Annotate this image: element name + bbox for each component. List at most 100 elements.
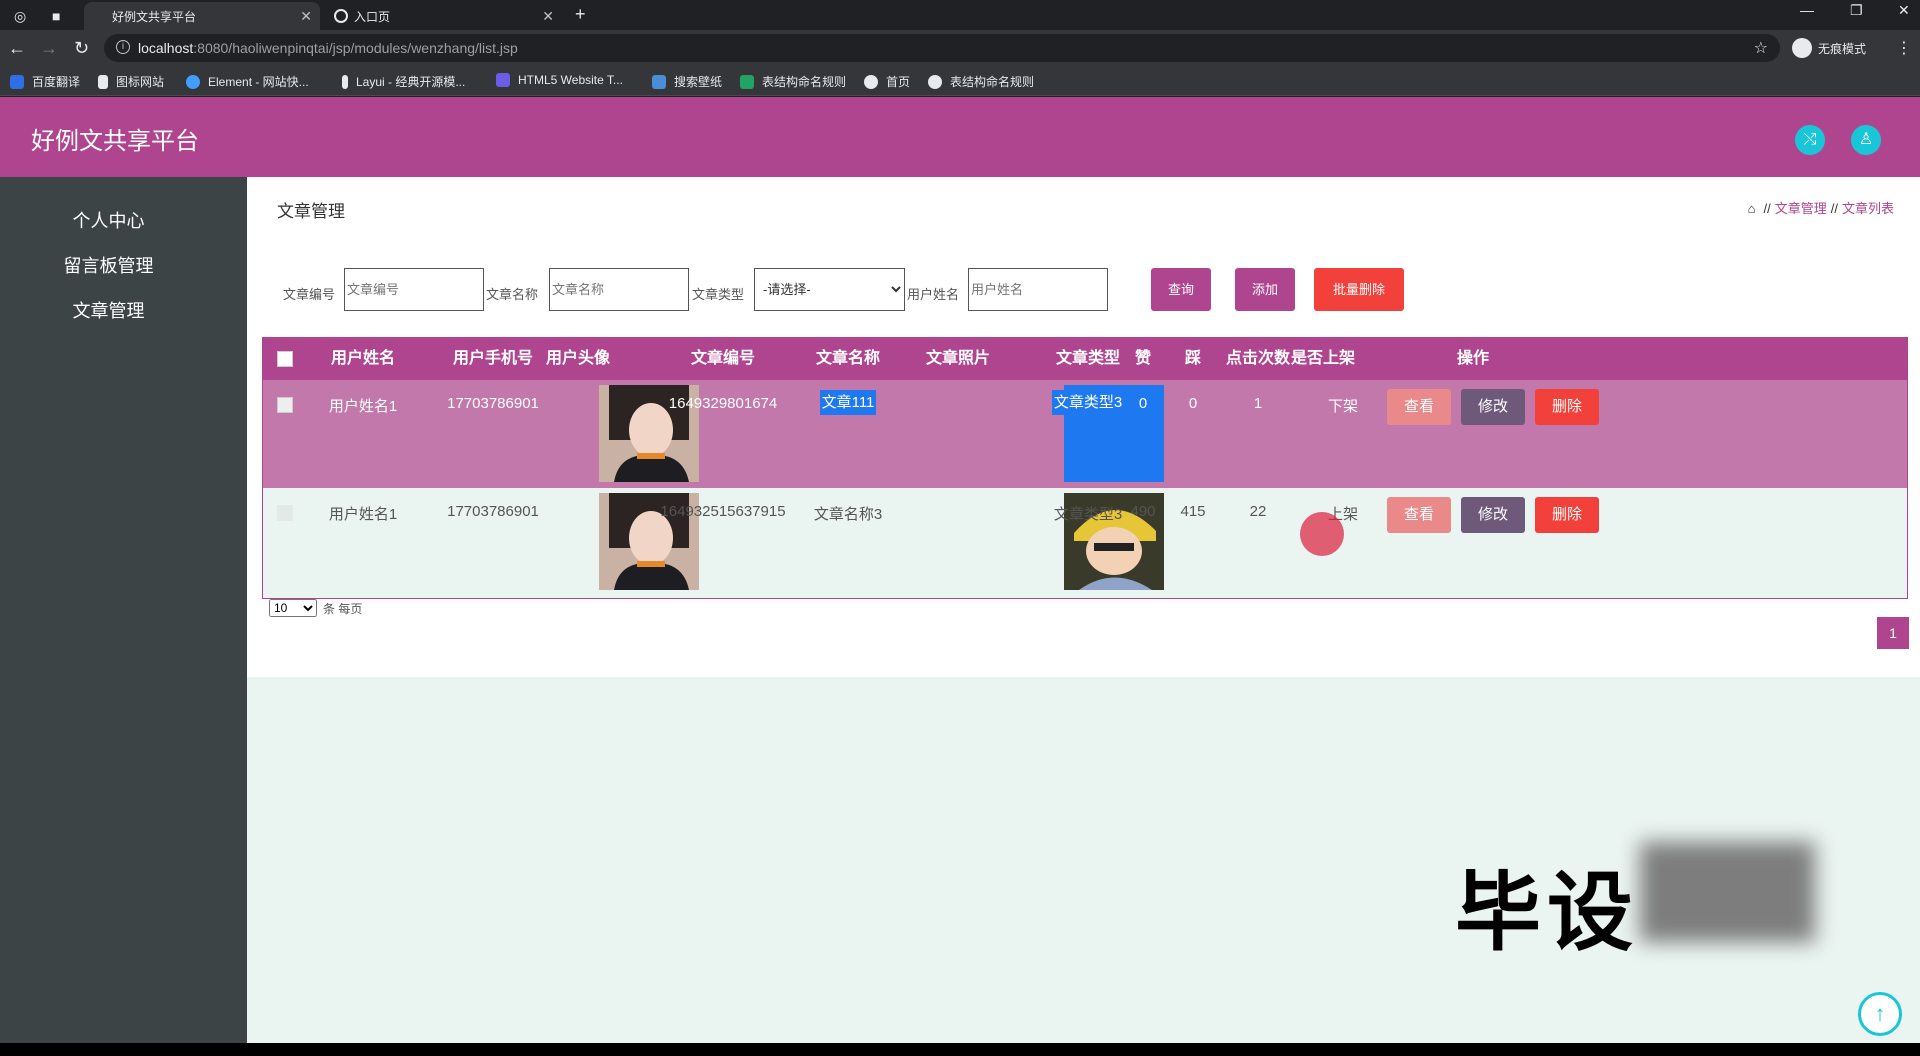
article-no-label: 文章编号 <box>283 287 336 302</box>
add-button[interactable]: 添加 <box>1235 268 1295 311</box>
breadcrumb-item: 文章列表 <box>1841 201 1894 216</box>
tab-active[interactable]: 好例文共享平台 ✕ <box>84 2 320 30</box>
user-name-label: 用户姓名 <box>907 287 960 302</box>
sidebar: 个人中心 留言板管理 文章管理 <box>0 177 247 1043</box>
main-content: 文章管理 ⌂//文章管理//文章列表 文章编号 文章名称 文章类型 -请选择- … <box>247 177 1920 677</box>
delete-button[interactable]: 删除 <box>1535 389 1599 425</box>
sidebar-item-articles[interactable]: 文章管理 <box>0 297 217 323</box>
row-checkbox[interactable] <box>277 397 293 413</box>
sheet-icon <box>740 74 754 89</box>
page: 好例文共享平台 ⤭ ♙ 个人中心 留言板管理 文章管理 文章管理 ⌂//文章管理… <box>0 97 1920 1043</box>
table-row[interactable]: 用户姓名1 17703786901 1649329801674 文章111 文章… <box>263 380 1907 488</box>
bookmark-item[interactable]: Element - 网站快... <box>186 73 309 90</box>
breadcrumb: ⌂//文章管理//文章列表 <box>1747 201 1894 216</box>
user-icon[interactable]: ♙ <box>1851 125 1881 155</box>
cell-phone: 17703786901 <box>447 503 539 520</box>
incognito-indicator[interactable]: 无痕模式 <box>1792 38 1866 58</box>
sidebar-item-personal-center[interactable]: 个人中心 <box>0 207 217 233</box>
incognito-icon <box>1792 38 1812 58</box>
menu-kebab-icon[interactable]: ⋮ <box>1896 38 1912 58</box>
query-button[interactable]: 查询 <box>1151 268 1211 311</box>
bookmark-item[interactable]: Layui - 经典开源模... <box>342 73 465 90</box>
table-header: 用户姓名 用户手机号 用户头像 文章编号 文章名称 文章照片 文章类型 赞 踩 … <box>263 338 1907 380</box>
bookmark-item[interactable]: 首页 <box>864 73 910 90</box>
delete-button[interactable]: 删除 <box>1535 497 1599 533</box>
scroll-to-top-icon[interactable]: ↑ <box>1858 992 1902 1036</box>
user-name-input[interactable] <box>968 268 1108 311</box>
cell-article-no: 1649329801674 <box>668 395 778 412</box>
view-button[interactable]: 查看 <box>1387 497 1451 533</box>
cell-dislikes: 415 <box>1180 503 1206 520</box>
article-no-input[interactable] <box>344 268 484 311</box>
article-type-label: 文章类型 <box>692 287 745 302</box>
row-checkbox[interactable] <box>277 505 293 521</box>
restore-icon[interactable]: ❐ <box>1850 2 1863 19</box>
view-button[interactable]: 查看 <box>1387 389 1451 425</box>
globe-icon <box>864 74 878 89</box>
bookmarks-bar: 百度翻译 图标网站 Element - 网站快... Layui - 经典开源模… <box>0 66 1920 96</box>
element-icon <box>186 74 200 89</box>
cell-article-name: 文章名称3 <box>813 506 883 523</box>
cell-article-name: 文章111 <box>798 390 898 415</box>
edit-button[interactable]: 修改 <box>1461 389 1525 425</box>
article-type-select[interactable]: -请选择- <box>754 268 905 311</box>
page-size-control: 10 条 每页 <box>269 599 362 617</box>
click-indicator <box>1300 512 1344 556</box>
bookmark-item[interactable]: 表结构命名规则 <box>740 73 846 90</box>
bookmark-item[interactable]: HTML5 Website T... <box>496 73 623 87</box>
cell-user-name: 用户姓名1 <box>328 506 398 523</box>
page-number-button[interactable]: 1 <box>1877 617 1909 649</box>
reload-icon[interactable]: ↻ <box>74 38 89 58</box>
incognito-label: 无痕模式 <box>1818 41 1867 56</box>
back-icon[interactable]: ← <box>8 38 26 58</box>
page-size-select[interactable]: 10 <box>269 599 317 617</box>
globe-icon <box>334 9 348 23</box>
browser-toolbar: ← → ↻ i localhost:8080/haoliwenpinqtai/j… <box>0 30 1920 66</box>
article-table: 用户姓名 用户手机号 用户头像 文章编号 文章名称 文章照片 文章类型 赞 踩 … <box>262 337 1908 599</box>
bookmark-star-icon[interactable]: ☆ <box>1754 38 1768 58</box>
window-icon[interactable]: ■ <box>52 8 60 24</box>
column-header: 用户头像 <box>545 350 610 367</box>
tab-inactive[interactable]: 入口页 ✕ <box>326 2 562 30</box>
forward-icon[interactable]: → <box>40 38 58 58</box>
translate-icon <box>10 74 24 89</box>
bookmark-item[interactable]: 图标网站 <box>98 73 164 90</box>
article-name-label: 文章名称 <box>486 287 539 302</box>
table-row[interactable]: 用户姓名1 17703786901 164932515637915 文章名称3 … <box>263 488 1907 596</box>
home-icon[interactable]: ⌂ <box>1748 201 1756 216</box>
address-bar[interactable]: i localhost:8080/haoliwenpinqtai/jsp/mod… <box>104 34 1780 62</box>
chrome-icon[interactable]: ◎ <box>14 8 26 25</box>
watermark-blur <box>1640 842 1815 942</box>
select-all-checkbox[interactable] <box>277 351 293 367</box>
tab-close-icon[interactable]: ✕ <box>542 8 554 25</box>
batch-delete-button[interactable]: 批量删除 <box>1314 268 1404 311</box>
cell-user-name: 用户姓名1 <box>328 398 398 415</box>
page-title: 文章管理 <box>277 202 345 221</box>
info-icon[interactable]: i <box>116 40 130 54</box>
breadcrumb-item[interactable]: 文章管理 <box>1775 201 1827 216</box>
url-text: localhost:8080/haoliwenpinqtai/jsp/modul… <box>138 40 518 56</box>
tab-strip: ◎ ■ 好例文共享平台 ✕ 入口页 ✕ + — ❐ ✕ <box>0 0 1920 30</box>
new-tab-icon[interactable]: + <box>575 4 586 25</box>
article-name-input[interactable] <box>549 268 689 311</box>
close-window-icon[interactable]: ✕ <box>1898 2 1910 19</box>
tab-close-icon[interactable]: ✕ <box>300 8 312 25</box>
edit-button[interactable]: 修改 <box>1461 497 1525 533</box>
minimize-icon[interactable]: — <box>1800 2 1814 18</box>
layui-icon <box>342 74 348 89</box>
sidebar-item-message-board[interactable]: 留言板管理 <box>0 252 217 278</box>
cell-dislikes: 0 <box>1188 395 1198 412</box>
bookmark-item[interactable]: 搜索壁纸 <box>652 73 722 90</box>
html5-icon <box>496 73 510 87</box>
tab-label: 好例文共享平台 <box>112 9 197 24</box>
cell-likes: 0 <box>1138 395 1148 412</box>
cell-article-no: 164932515637915 <box>660 503 786 520</box>
screen: ◎ ■ 好例文共享平台 ✕ 入口页 ✕ + — ❐ ✕ ← → ↻ i loca… <box>0 0 1920 1056</box>
column-header: 操作 <box>1456 350 1489 367</box>
tab-label: 入口页 <box>354 9 391 24</box>
bookmark-item[interactable]: 表结构命名规则 <box>928 73 1034 90</box>
bookmark-item[interactable]: 百度翻译 <box>10 73 80 90</box>
page-size-label: 条 每页 <box>323 601 363 616</box>
app-title: 好例文共享平台 <box>31 128 199 155</box>
shuffle-icon[interactable]: ⤭ <box>1795 125 1825 155</box>
